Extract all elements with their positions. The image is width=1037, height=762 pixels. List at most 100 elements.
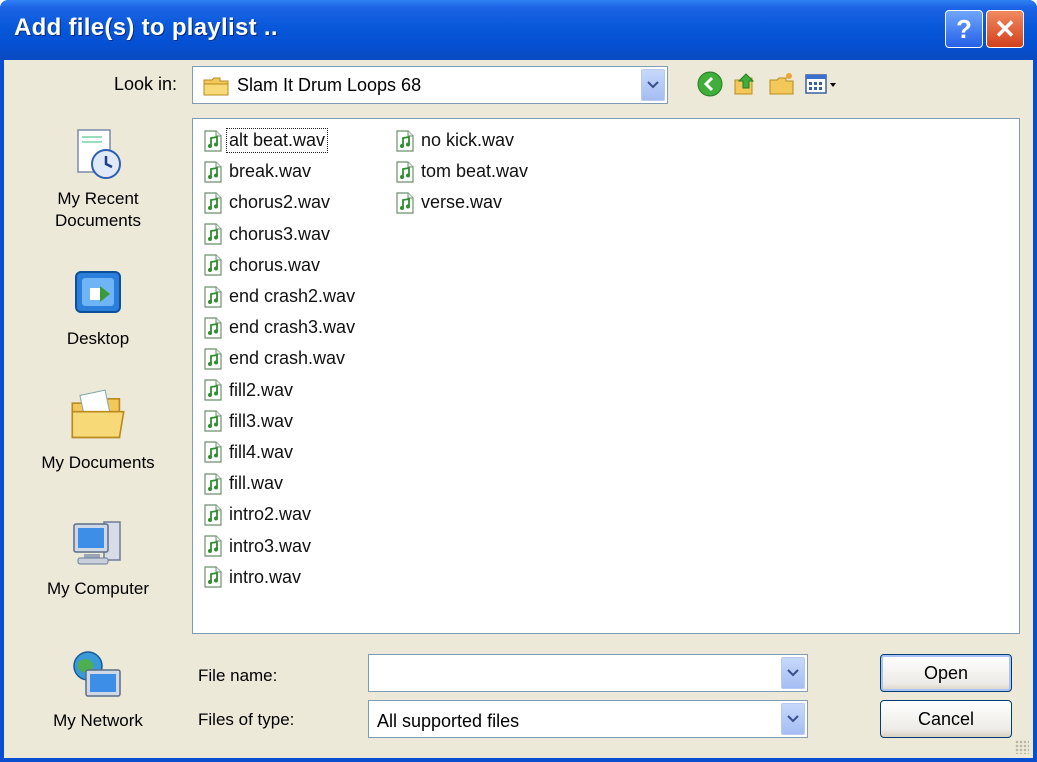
file-name: intro3.wav bbox=[229, 535, 312, 556]
back-icon[interactable] bbox=[696, 70, 724, 98]
file-name: intro.wav bbox=[229, 566, 302, 587]
file-item[interactable]: alt beat.wav bbox=[203, 125, 357, 156]
file-name: end crash2.wav bbox=[229, 286, 356, 307]
files-of-type-label: Files of type: bbox=[198, 710, 295, 729]
help-button[interactable]: ? bbox=[945, 10, 983, 48]
look-in-label: Look in: bbox=[114, 74, 178, 94]
file-item[interactable]: tom beat.wav bbox=[395, 156, 530, 187]
place-recent-documents[interactable]: My Recent Documents bbox=[18, 126, 178, 232]
file-item[interactable]: end crash.wav bbox=[203, 343, 357, 374]
my-documents-icon bbox=[71, 389, 125, 439]
file-name: verse.wav bbox=[421, 192, 503, 213]
audio-file-icon bbox=[204, 441, 222, 464]
resize-grip[interactable] bbox=[1015, 740, 1029, 754]
place-label: My Network bbox=[53, 711, 143, 730]
up-folder-icon[interactable] bbox=[732, 70, 760, 98]
file-name-combo[interactable] bbox=[368, 654, 808, 692]
file-name: chorus2.wav bbox=[229, 192, 331, 213]
new-folder-icon[interactable] bbox=[768, 70, 796, 98]
dialog-body: Look in: Slam It Drum Loops 68 My Recent… bbox=[4, 60, 1033, 758]
my-computer-icon bbox=[73, 521, 121, 565]
chevron-down-icon[interactable] bbox=[641, 69, 665, 101]
look-in-value: Slam It Drum Loops 68 bbox=[237, 75, 422, 95]
audio-file-icon bbox=[204, 129, 222, 152]
audio-file-icon bbox=[204, 317, 222, 339]
file-item[interactable]: chorus2.wav bbox=[203, 187, 357, 218]
audio-file-icon bbox=[204, 161, 222, 183]
place-desktop[interactable]: Desktop bbox=[18, 266, 178, 350]
file-list-view[interactable]: alt beat.wav break.wav chorus2.wav chorus3.… bbox=[192, 118, 1020, 634]
file-item[interactable]: intro2.wav bbox=[203, 499, 357, 530]
file-name: chorus.wav bbox=[229, 254, 321, 275]
file-column-2: no kick.wav tom beat.wav verse.wav bbox=[395, 125, 530, 219]
audio-file-icon bbox=[396, 161, 414, 183]
file-item[interactable]: chorus3.wav bbox=[203, 219, 357, 250]
file-item[interactable]: fill3.wav bbox=[203, 406, 357, 437]
files-of-type-dropdown[interactable]: All supported files bbox=[368, 700, 808, 738]
folder-icon bbox=[203, 77, 229, 96]
file-name: fill3.wav bbox=[229, 410, 294, 431]
audio-file-icon bbox=[204, 410, 222, 432]
close-button[interactable]: ✕ bbox=[986, 10, 1024, 48]
file-name: fill2.wav bbox=[229, 379, 294, 400]
file-name: chorus3.wav bbox=[229, 223, 331, 244]
recent-documents-icon bbox=[77, 129, 121, 179]
place-label: My Computer bbox=[46, 579, 150, 598]
file-item[interactable]: fill.wav bbox=[203, 468, 357, 499]
audio-file-icon bbox=[396, 192, 414, 214]
place-my-computer[interactable]: My Computer bbox=[18, 516, 178, 600]
file-item[interactable]: end crash3.wav bbox=[203, 312, 357, 343]
file-item[interactable]: verse.wav bbox=[395, 187, 530, 218]
file-name-input[interactable] bbox=[369, 655, 807, 691]
look-in-dropdown[interactable]: Slam It Drum Loops 68 bbox=[192, 66, 668, 104]
audio-file-icon bbox=[204, 566, 222, 588]
file-item[interactable]: intro3.wav bbox=[203, 530, 357, 561]
place-label: Documents bbox=[55, 211, 141, 230]
desktop-icon bbox=[75, 271, 121, 313]
audio-file-icon bbox=[204, 473, 222, 495]
file-name: end crash.wav bbox=[229, 348, 346, 369]
audio-file-icon bbox=[204, 348, 222, 370]
place-label: My Recent bbox=[57, 189, 139, 208]
file-item[interactable]: intro.wav bbox=[203, 562, 357, 593]
file-item[interactable]: no kick.wav bbox=[395, 125, 530, 156]
file-name: intro2.wav bbox=[229, 504, 312, 525]
place-label: Desktop bbox=[66, 329, 130, 348]
dialog-title: Add file(s) to playlist .. bbox=[14, 14, 278, 41]
file-name-label: File name: bbox=[198, 666, 278, 685]
places-bar: My Recent Documents Desktop My Documents… bbox=[18, 118, 178, 746]
file-name: no kick.wav bbox=[421, 130, 515, 151]
chevron-down-icon[interactable] bbox=[781, 703, 805, 735]
file-item[interactable]: fill2.wav bbox=[203, 375, 357, 406]
audio-file-icon bbox=[204, 504, 222, 526]
place-my-network[interactable]: My Network bbox=[18, 648, 178, 732]
file-name: break.wav bbox=[229, 161, 312, 182]
chevron-down-icon[interactable] bbox=[781, 657, 805, 689]
file-column-1: alt beat.wav break.wav chorus2.wav chorus3.… bbox=[203, 125, 357, 593]
view-menu-icon[interactable] bbox=[804, 70, 840, 98]
place-my-documents[interactable]: My Documents bbox=[18, 386, 178, 474]
audio-file-icon bbox=[204, 192, 222, 214]
audio-file-icon bbox=[204, 254, 222, 276]
file-item[interactable]: break.wav bbox=[203, 156, 357, 187]
file-name: fill.wav bbox=[229, 473, 284, 494]
cancel-button[interactable]: Cancel bbox=[880, 700, 1012, 738]
audio-file-icon bbox=[204, 223, 222, 245]
file-item[interactable]: end crash2.wav bbox=[203, 281, 357, 312]
file-item[interactable]: fill4.wav bbox=[203, 437, 357, 468]
file-name: fill4.wav bbox=[229, 441, 294, 462]
file-item[interactable]: chorus.wav bbox=[203, 250, 357, 281]
files-of-type-value: All supported files bbox=[377, 711, 520, 731]
file-name: end crash3.wav bbox=[229, 317, 356, 338]
audio-file-icon bbox=[204, 379, 222, 401]
file-name: alt beat.wav bbox=[225, 128, 329, 154]
audio-file-icon bbox=[396, 129, 414, 152]
audio-file-icon bbox=[204, 285, 222, 308]
my-network-icon bbox=[73, 651, 121, 697]
audio-file-icon bbox=[204, 535, 222, 557]
title-bar[interactable]: Add file(s) to playlist .. ? ✕ bbox=[0, 0, 1037, 60]
place-label: My Documents bbox=[41, 453, 155, 472]
file-name: tom beat.wav bbox=[421, 161, 529, 182]
dialog-window: Add file(s) to playlist .. ? ✕ Look in: … bbox=[0, 0, 1037, 762]
open-button[interactable]: Open bbox=[880, 654, 1012, 692]
